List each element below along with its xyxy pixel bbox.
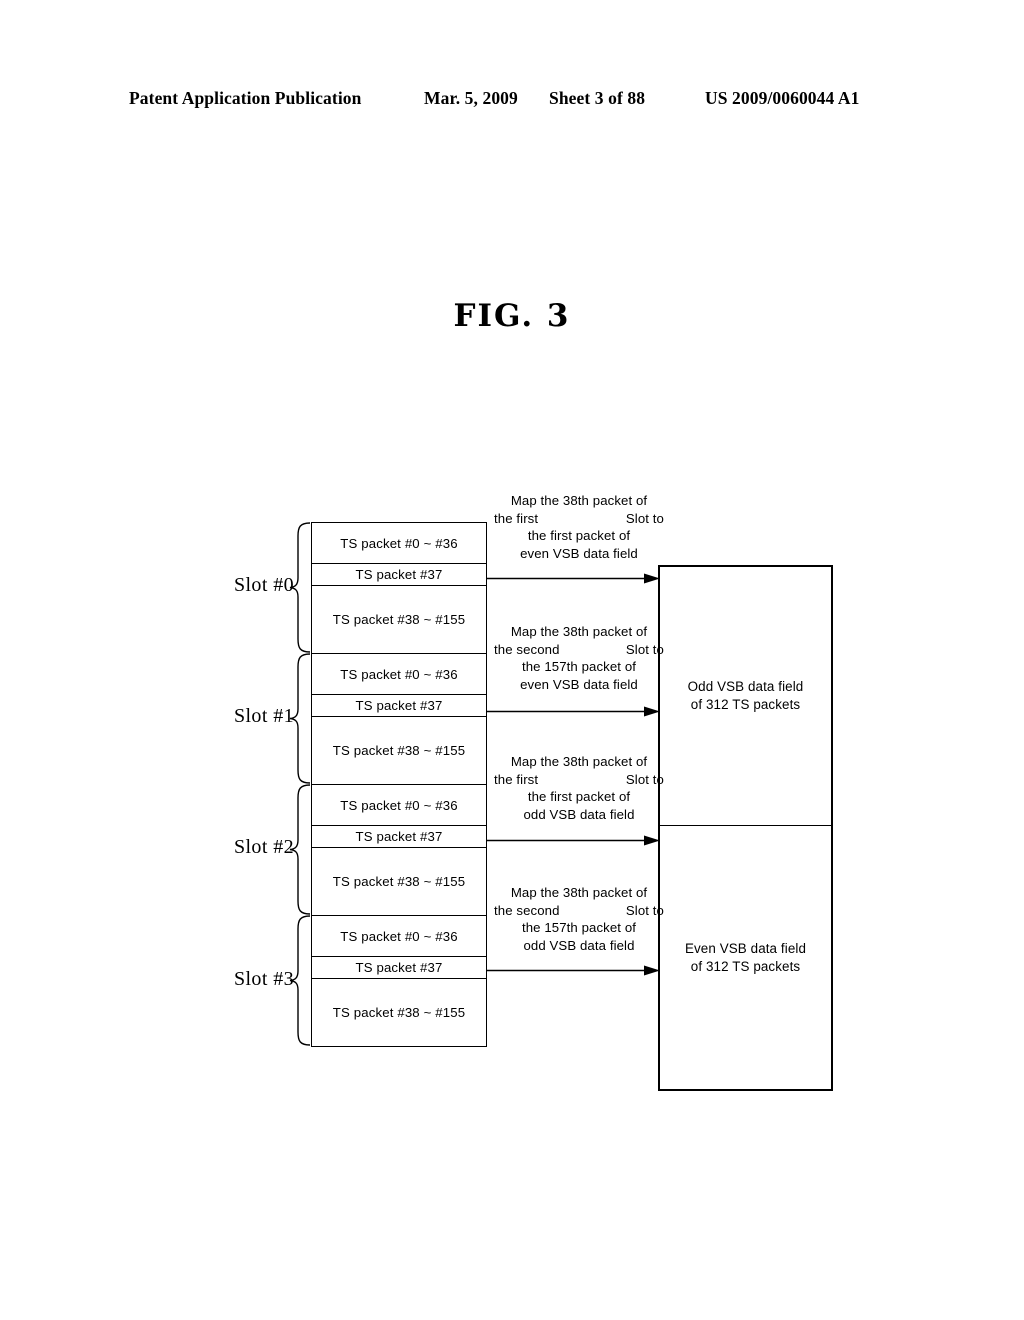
table-row: TS packet #0 ~ #36: [312, 785, 486, 826]
mapping-arrow-3-icon: [486, 965, 660, 976]
odd-vsb-line2: of 312 TS packets: [690, 697, 801, 712]
annotation-2-line3: the first packet of: [527, 789, 631, 804]
table-row: TS packet #38 ~ #155: [312, 979, 486, 1047]
annotation-3-line2: the second Slot to: [488, 902, 670, 920]
annotation-1: Map the 38th packet of the second Slot t…: [488, 623, 670, 693]
slot-group-1: TS packet #0 ~ #36 TS packet #37 TS pack…: [312, 654, 486, 785]
even-vsb-label: Even VSB data field of 312 TS packets: [685, 940, 806, 976]
annotation-3: Map the 38th packet of the second Slot t…: [488, 884, 670, 954]
slot-label-2: Slot #2: [233, 836, 294, 858]
publication-label: Patent Application Publication: [129, 88, 362, 108]
table-row: TS packet #0 ~ #36: [312, 654, 486, 695]
table-row: TS packet #37: [312, 826, 486, 848]
annotation-1-line4: even VSB data field: [520, 676, 638, 692]
annotation-2-line1: Map the 38th packet of: [510, 754, 648, 769]
annotation-1-line1: Map the 38th packet of: [510, 624, 648, 639]
slot-group-2: TS packet #0 ~ #36 TS packet #37 TS pack…: [312, 785, 486, 916]
patent-header: Patent Application Publication Mar. 5, 2…: [0, 88, 1024, 114]
mapping-arrow-1-icon: [486, 706, 660, 717]
slot-brace-3: [288, 915, 312, 1046]
annotation-0-line2-right: Slot to: [625, 510, 664, 526]
table-row: TS packet #38 ~ #155: [312, 717, 486, 785]
sheet-number: Sheet 3 of 88: [549, 88, 646, 108]
annotation-0-line2: the first Slot to: [488, 510, 670, 528]
annotation-1-line3: the 157th packet of: [521, 659, 637, 674]
annotation-0-line1: Map the 38th packet of: [510, 493, 648, 508]
slot-label-1: Slot #1: [233, 705, 294, 727]
odd-vsb-label: Odd VSB data field of 312 TS packets: [688, 678, 804, 714]
annotation-0-line2-left: the first: [494, 510, 539, 526]
vsb-data-field-boxes: Odd VSB data field of 312 TS packets Eve…: [658, 565, 833, 1091]
table-row: TS packet #38 ~ #155: [312, 586, 486, 654]
annotation-1-line2-left: the second: [494, 641, 560, 657]
table-row: TS packet #38 ~ #155: [312, 848, 486, 916]
slot-label-3: Slot #3: [233, 968, 294, 990]
annotation-2-line2-left: the first: [494, 771, 539, 787]
slot-group-0: TS packet #0 ~ #36 TS packet #37 TS pack…: [312, 523, 486, 654]
mapping-arrow-2-icon: [486, 835, 660, 846]
annotation-3-line1: Map the 38th packet of: [510, 885, 648, 900]
annotation-0: Map the 38th packet of the first Slot to…: [488, 492, 670, 562]
even-vsb-line2: of 312 TS packets: [690, 958, 801, 974]
odd-vsb-line1: Odd VSB data field: [687, 679, 804, 694]
table-row: TS packet #0 ~ #36: [312, 916, 486, 957]
odd-vsb-data-field-box: Odd VSB data field of 312 TS packets: [660, 567, 831, 826]
table-row: TS packet #37: [312, 957, 486, 979]
even-vsb-data-field-box: Even VSB data field of 312 TS packets: [660, 826, 831, 1089]
slot-brace-2: [288, 784, 312, 915]
slot-brace-1: [288, 653, 312, 784]
annotation-1-line2: the second Slot to: [488, 641, 670, 659]
figure-title: FIG. 3: [453, 298, 571, 334]
annotation-3-line3: the 157th packet of: [521, 920, 637, 935]
slot-group-3: TS packet #0 ~ #36 TS packet #37 TS pack…: [312, 916, 486, 1047]
table-row: TS packet #37: [312, 564, 486, 586]
annotation-2: Map the 38th packet of the first Slot to…: [488, 753, 670, 823]
slot-brace-0: [288, 522, 312, 653]
publication-date: Mar. 5, 2009: [424, 88, 518, 108]
even-vsb-line1: Even VSB data field: [684, 940, 806, 956]
annotation-0-line3: the first packet of: [527, 528, 631, 543]
annotation-3-line2-left: the second: [494, 902, 560, 918]
slot-packet-table: TS packet #0 ~ #36 TS packet #37 TS pack…: [311, 522, 487, 1047]
annotation-2-line2: the first Slot to: [488, 771, 670, 789]
table-row: TS packet #0 ~ #36: [312, 523, 486, 564]
mapping-arrow-0-icon: [486, 573, 660, 584]
table-row: TS packet #37: [312, 695, 486, 717]
annotation-3-line4: odd VSB data field: [523, 937, 635, 953]
patent-number: US 2009/0060044 A1: [705, 88, 860, 108]
annotation-2-line4: odd VSB data field: [523, 806, 635, 822]
annotation-0-line4: even VSB data field: [520, 545, 638, 561]
slot-label-0: Slot #0: [233, 574, 294, 596]
